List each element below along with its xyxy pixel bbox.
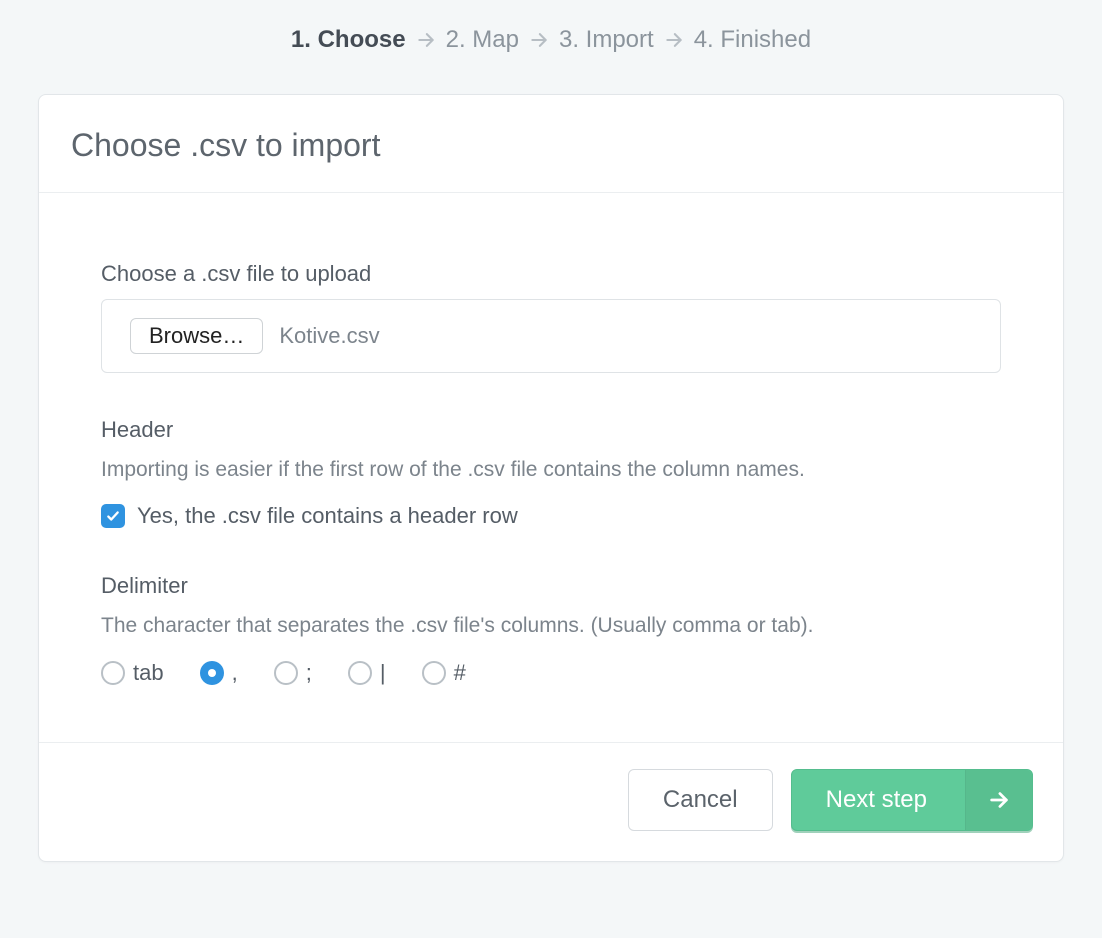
delimiter-option-tab[interactable]: tab [101, 660, 164, 686]
radio-icon [422, 661, 446, 685]
header-title: Header [101, 417, 1001, 443]
browse-button[interactable]: Browse… [130, 318, 263, 354]
step-finished[interactable]: 4. Finished [694, 26, 811, 54]
next-step-button[interactable]: Next step [791, 769, 1033, 831]
arrow-right-icon [529, 30, 549, 50]
delimiter-help: The character that separates the .csv fi… [101, 611, 1001, 641]
radio-icon [348, 661, 372, 685]
file-input[interactable]: Browse… Kotive.csv [101, 299, 1001, 373]
delimiter-option-hash[interactable]: # [422, 660, 466, 686]
radio-label: ; [306, 660, 312, 686]
header-checkbox-row[interactable]: Yes, the .csv file contains a header row [101, 503, 1001, 529]
file-label: Choose a .csv file to upload [101, 261, 1001, 287]
wizard-steps: 1. Choose 2. Map 3. Import 4. Finished [0, 0, 1102, 94]
check-icon [106, 509, 120, 523]
selected-file-name: Kotive.csv [279, 323, 379, 349]
delimiter-option-semicolon[interactable]: ; [274, 660, 312, 686]
card-body: Choose a .csv file to upload Browse… Kot… [39, 193, 1063, 742]
header-checkbox[interactable] [101, 504, 125, 528]
arrow-right-icon [416, 30, 436, 50]
radio-label: tab [133, 660, 164, 686]
next-step-label: Next step [826, 770, 927, 830]
radio-icon [274, 661, 298, 685]
file-field-group: Choose a .csv file to upload Browse… Kot… [101, 261, 1001, 373]
step-import[interactable]: 3. Import [559, 26, 654, 54]
header-field-group: Header Importing is easier if the first … [101, 417, 1001, 529]
step-map[interactable]: 2. Map [446, 26, 519, 54]
card-footer: Cancel Next step [39, 742, 1063, 861]
card-header: Choose .csv to import [39, 95, 1063, 193]
delimiter-title: Delimiter [101, 573, 1001, 599]
radio-icon [200, 661, 224, 685]
delimiter-field-group: Delimiter The character that separates t… [101, 573, 1001, 685]
radio-label: | [380, 660, 386, 686]
header-help: Importing is easier if the first row of … [101, 455, 1001, 485]
radio-label: # [454, 660, 466, 686]
card-title: Choose .csv to import [71, 127, 1031, 164]
delimiter-option-comma[interactable]: , [200, 660, 238, 686]
delimiter-radio-group: tab , ; | # [101, 660, 1001, 686]
import-card: Choose .csv to import Choose a .csv file… [38, 94, 1064, 862]
radio-label: , [232, 660, 238, 686]
radio-icon [101, 661, 125, 685]
arrow-right-icon [965, 770, 1032, 830]
step-choose[interactable]: 1. Choose [291, 26, 406, 54]
cancel-button[interactable]: Cancel [628, 769, 773, 831]
delimiter-option-pipe[interactable]: | [348, 660, 386, 686]
arrow-right-icon [664, 30, 684, 50]
header-checkbox-label: Yes, the .csv file contains a header row [137, 503, 518, 529]
